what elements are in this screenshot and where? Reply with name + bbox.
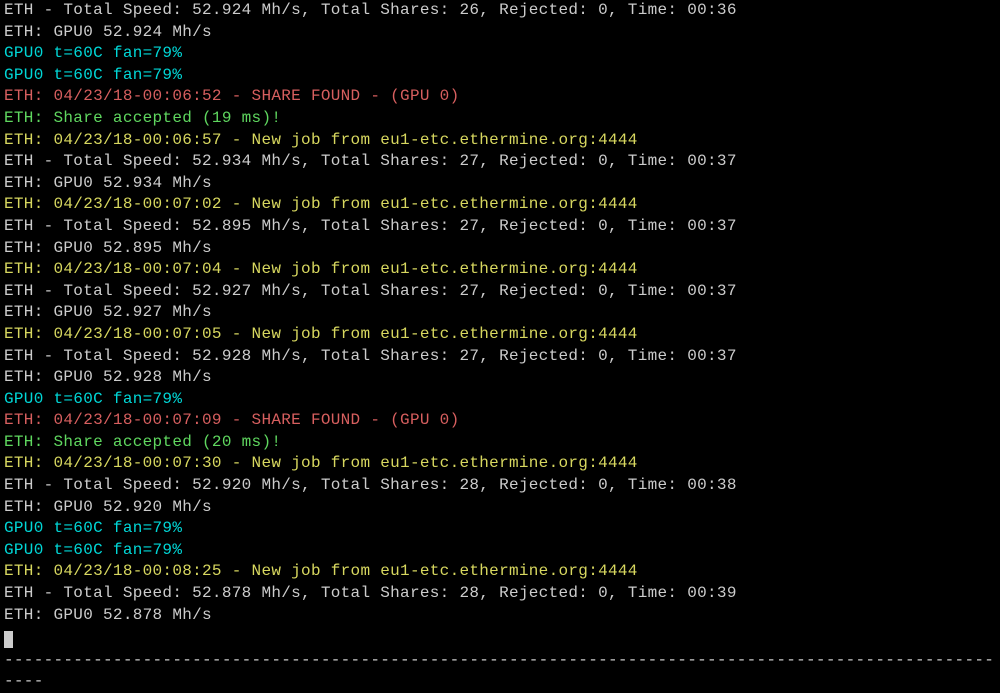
log-line: ETH: GPU0 52.927 Mh/s: [4, 302, 996, 324]
log-line: ETH: Share accepted (20 ms)!: [4, 432, 996, 454]
terminal-output: ETH - Total Speed: 52.924 Mh/s, Total Sh…: [4, 0, 996, 626]
log-line: ETH: GPU0 52.895 Mh/s: [4, 238, 996, 260]
log-line: GPU0 t=60C fan=79%: [4, 540, 996, 562]
log-line: ETH: 04/23/18-00:07:09 - SHARE FOUND - (…: [4, 410, 996, 432]
log-line: ETH: 04/23/18-00:06:52 - SHARE FOUND - (…: [4, 86, 996, 108]
log-line: ETH: GPU0 52.878 Mh/s: [4, 605, 996, 627]
log-line: GPU0 t=60C fan=79%: [4, 389, 996, 411]
log-line: ETH - Total Speed: 52.928 Mh/s, Total Sh…: [4, 346, 996, 368]
log-line: ETH - Total Speed: 52.927 Mh/s, Total Sh…: [4, 281, 996, 303]
cursor-icon: [4, 631, 13, 648]
log-line: ETH: 04/23/18-00:06:57 - New job from eu…: [4, 130, 996, 152]
log-line: ETH: GPU0 52.924 Mh/s: [4, 22, 996, 44]
log-line: GPU0 t=60C fan=79%: [4, 65, 996, 87]
log-line: ETH: GPU0 52.934 Mh/s: [4, 173, 996, 195]
log-line: ETH - Total Speed: 52.924 Mh/s, Total Sh…: [4, 0, 996, 22]
log-line: ETH: 04/23/18-00:07:30 - New job from eu…: [4, 453, 996, 475]
log-line: ETH: GPU0 52.920 Mh/s: [4, 497, 996, 519]
log-line: ETH - Total Speed: 52.920 Mh/s, Total Sh…: [4, 475, 996, 497]
log-line: GPU0 t=60C fan=79%: [4, 518, 996, 540]
log-line: ETH: 04/23/18-00:07:04 - New job from eu…: [4, 259, 996, 281]
log-line: ETH: 04/23/18-00:07:02 - New job from eu…: [4, 194, 996, 216]
log-line: ETH: 04/23/18-00:08:25 - New job from eu…: [4, 561, 996, 583]
separator-line: ----------------------------------------…: [4, 650, 996, 693]
log-line: ETH: Share accepted (19 ms)!: [4, 108, 996, 130]
log-line: ETH - Total Speed: 52.934 Mh/s, Total Sh…: [4, 151, 996, 173]
log-line: ETH - Total Speed: 52.895 Mh/s, Total Sh…: [4, 216, 996, 238]
log-line: ETH - Total Speed: 52.878 Mh/s, Total Sh…: [4, 583, 996, 605]
log-line: GPU0 t=60C fan=79%: [4, 43, 996, 65]
log-line: ETH: 04/23/18-00:07:05 - New job from eu…: [4, 324, 996, 346]
log-line: ETH: GPU0 52.928 Mh/s: [4, 367, 996, 389]
